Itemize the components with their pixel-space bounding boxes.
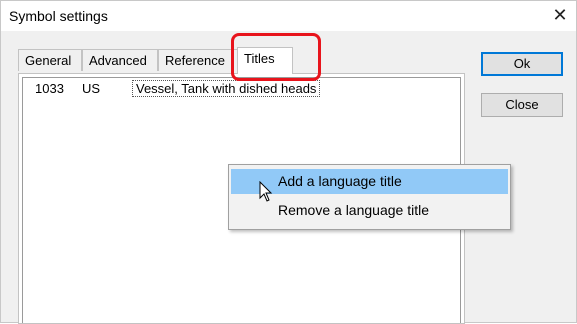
- tab-reference[interactable]: Reference: [158, 49, 238, 71]
- window-title: Symbol settings: [9, 8, 108, 24]
- title-text[interactable]: Vessel, Tank with dished heads: [132, 80, 321, 97]
- list-item[interactable]: 1033 US Vessel, Tank with dished heads: [25, 80, 458, 97]
- tab-label: General: [25, 53, 72, 68]
- close-button[interactable]: Close: [481, 93, 563, 117]
- tab-general[interactable]: General: [18, 49, 82, 71]
- title-bar: Symbol settings ✕: [1, 1, 576, 31]
- annotation-highlight-box: [231, 33, 321, 81]
- language-code: 1033: [35, 81, 64, 96]
- tab-advanced[interactable]: Advanced: [82, 49, 158, 71]
- ok-button[interactable]: Ok: [481, 52, 563, 76]
- tab-label: Advanced: [89, 53, 147, 68]
- arrow-pointer-icon: [259, 181, 273, 202]
- language-abbrev: US: [82, 81, 101, 96]
- symbol-settings-dialog: Symbol settings ✕ General Advanced Refer…: [0, 0, 577, 324]
- close-icon[interactable]: ✕: [550, 3, 570, 27]
- tab-label: Reference: [165, 53, 225, 68]
